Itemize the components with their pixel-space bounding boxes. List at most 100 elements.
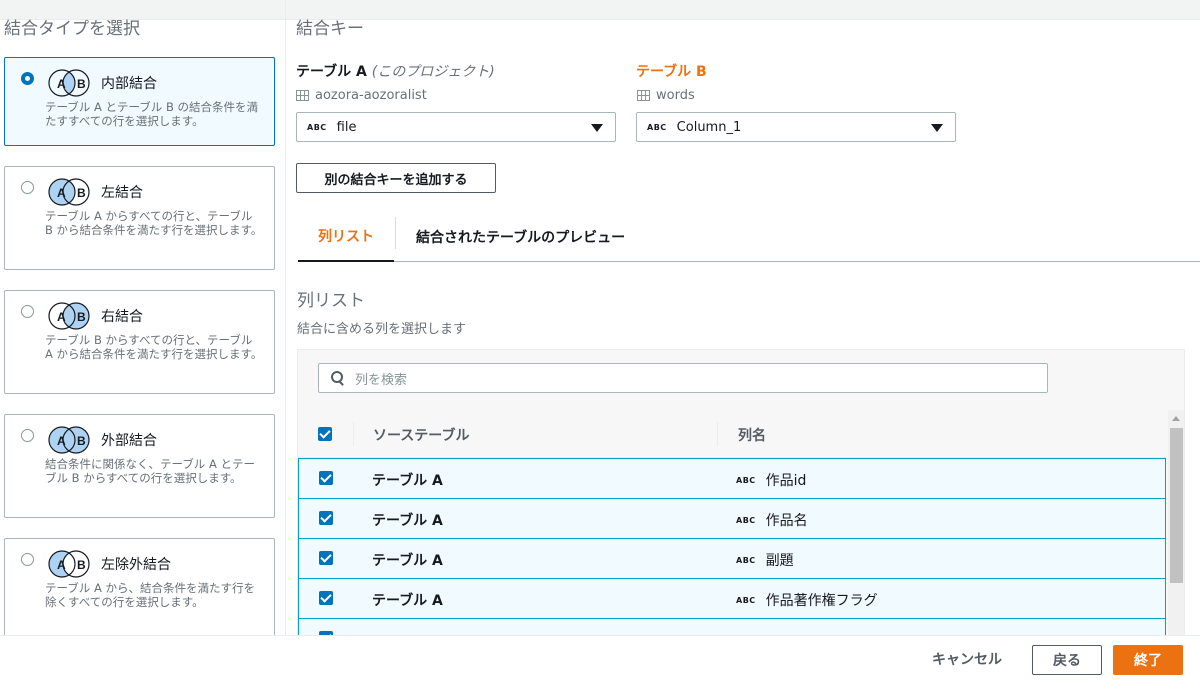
svg-text:A: A	[57, 186, 66, 200]
join-desc-right: テーブル B からすべての行と、テーブル A から結合条件を満たす行を選択します…	[45, 333, 263, 361]
column-list-container: 列を検索 ソーステーブル 列名 テーブル A ABC 作品id テーブル A AB…	[297, 349, 1185, 639]
join-desc-left-exclusive: テーブル A から、結合条件を満たす行を除くすべての行を選択します。	[45, 581, 255, 609]
string-type-icon: ABC	[736, 515, 756, 525]
row-source: テーブル A	[372, 513, 443, 529]
cancel-button[interactable]: キャンセル	[922, 644, 1012, 674]
row-column: ABC 作品名	[736, 510, 808, 530]
radio-left-exclusive[interactable]	[21, 553, 34, 566]
join-desc-left: テーブル A からすべての行と、テーブル B から結合条件を満たす行を選択します…	[45, 209, 263, 237]
table-icon	[296, 90, 309, 101]
string-type-icon: ABC	[736, 555, 756, 565]
row-column: ABC 作品著作権フラグ	[736, 590, 878, 610]
tab-divider	[395, 217, 396, 249]
header-column-name[interactable]: 列名	[738, 425, 766, 445]
svg-text:A: A	[57, 558, 66, 572]
search-icon	[331, 371, 345, 385]
scroll-up-arrow-icon[interactable]	[1172, 416, 1180, 421]
join-config-panel: 結合キー テーブル A (このプロジェクト) テーブル B aozora-aoz…	[296, 0, 1200, 639]
table-a-key-select[interactable]: ABC file	[296, 112, 616, 142]
table-header: ソーステーブル 列名	[298, 410, 1166, 458]
row-column-name: 作品著作権フラグ	[765, 593, 878, 609]
row-checkbox[interactable]	[319, 591, 333, 605]
svg-text:B: B	[77, 186, 86, 200]
venn-left-exclusive-icon: AB	[48, 550, 90, 578]
join-type-title: 結合タイプを選択	[4, 19, 140, 39]
table-a-key-value: file	[336, 119, 357, 135]
svg-text:B: B	[77, 77, 86, 91]
string-type-icon: ABC	[307, 122, 327, 132]
join-option-left[interactable]: AB 左結合 テーブル A からすべての行と、テーブル B から結合条件を満たす…	[4, 166, 275, 270]
table-a-label-text: テーブル A	[296, 64, 367, 80]
svg-text:A: A	[57, 310, 66, 324]
row-source: テーブル A	[372, 553, 443, 569]
venn-inner-icon: AB	[48, 69, 90, 97]
tab-column-list[interactable]: 列リスト	[298, 212, 394, 262]
footer-bar: キャンセル 戻る 終了	[0, 635, 1200, 683]
radio-inner[interactable]	[21, 72, 34, 85]
column-search-input[interactable]: 列を検索	[318, 363, 1048, 393]
join-desc-outer: 結合条件に関係なく、テーブル A とテーブル B からすべての行を選択します。	[45, 457, 255, 485]
tab-bar: 列リスト 結合されたテーブルのプレビュー	[298, 212, 1200, 262]
radio-outer[interactable]	[21, 429, 34, 442]
table-b-label: テーブル B	[636, 64, 707, 80]
join-name-left: 左結合	[101, 185, 143, 201]
finish-button[interactable]: 終了	[1113, 645, 1183, 675]
radio-right[interactable]	[21, 305, 34, 318]
header-source-table[interactable]: ソーステーブル	[373, 425, 469, 445]
caret-down-icon	[591, 124, 603, 132]
row-column-name: 作品id	[765, 473, 807, 489]
row-column-name: 作品名	[765, 513, 808, 529]
tab-joined-preview[interactable]: 結合されたテーブルのプレビュー	[416, 212, 625, 262]
join-desc-inner: テーブル A とテーブル B の結合条件を満たすすべての行を選択します。	[45, 100, 258, 128]
table-b-key-select[interactable]: ABC Column_1	[636, 112, 956, 142]
select-all-checkbox[interactable]	[318, 427, 332, 441]
table-icon	[637, 90, 650, 101]
header-divider	[353, 422, 354, 446]
venn-left-icon: AB	[48, 178, 90, 206]
row-source: テーブル A	[372, 593, 443, 609]
row-column-name: 副題	[765, 553, 794, 569]
venn-right-icon: AB	[48, 302, 90, 330]
row-checkbox[interactable]	[319, 471, 333, 485]
table-row[interactable]: テーブル A ABC 作品名	[298, 498, 1166, 539]
svg-text:B: B	[77, 434, 86, 448]
header-divider	[717, 422, 718, 446]
string-type-icon: ABC	[736, 595, 756, 605]
svg-text:B: B	[77, 310, 86, 324]
join-option-outer[interactable]: AB 外部結合 結合条件に関係なく、テーブル A とテーブル B からすべての行…	[4, 414, 275, 518]
radio-left[interactable]	[21, 181, 34, 194]
join-option-left-exclusive[interactable]: AB 左除外結合 テーブル A から、結合条件を満たす行を除くすべての行を選択し…	[4, 538, 275, 635]
table-b-name: words	[637, 88, 695, 103]
svg-text:A: A	[57, 77, 66, 91]
column-list-subtitle: 結合に含める列を選択します	[297, 322, 467, 337]
join-name-left-exclusive: 左除外結合	[101, 557, 171, 573]
table-b-name-text: words	[656, 88, 695, 103]
scrollbar-thumb[interactable]	[1170, 428, 1183, 583]
table-row[interactable]: テーブル A ABC 作品著作権フラグ	[298, 578, 1166, 619]
search-placeholder: 列を検索	[355, 372, 408, 388]
table-row[interactable]: テーブル A ABC 副題	[298, 538, 1166, 579]
row-checkbox[interactable]	[319, 511, 333, 525]
join-option-inner[interactable]: AB 内部結合 テーブル A とテーブル B の結合条件を満たすすべての行を選択…	[4, 57, 275, 146]
join-name-outer: 外部結合	[101, 433, 157, 449]
add-join-key-button[interactable]: 別の結合キーを追加する	[296, 163, 496, 193]
join-name-inner: 内部結合	[101, 76, 157, 92]
back-button[interactable]: 戻る	[1032, 645, 1102, 675]
table-a-name-text: aozora-aozoralist	[315, 88, 427, 103]
string-type-icon: ABC	[736, 475, 756, 485]
venn-outer-icon: AB	[48, 426, 90, 454]
caret-down-icon	[931, 124, 943, 132]
column-list-title: 列リスト	[297, 291, 365, 311]
row-checkbox[interactable]	[319, 551, 333, 565]
table-a-label: テーブル A (このプロジェクト)	[296, 61, 495, 81]
row-source: テーブル A	[372, 473, 443, 489]
svg-text:A: A	[57, 434, 66, 448]
table-a-sublabel: (このプロジェクト)	[371, 64, 495, 80]
table-row[interactable]: テーブル A ABC 作品id	[298, 458, 1166, 499]
table-b-key-value: Column_1	[676, 119, 742, 135]
join-option-right[interactable]: AB 右結合 テーブル B からすべての行と、テーブル A から結合条件を満たす…	[4, 290, 275, 394]
row-column: ABC 作品id	[736, 470, 806, 490]
svg-text:B: B	[77, 558, 86, 572]
join-name-right: 右結合	[101, 309, 143, 325]
table-a-name: aozora-aozoralist	[296, 88, 427, 103]
